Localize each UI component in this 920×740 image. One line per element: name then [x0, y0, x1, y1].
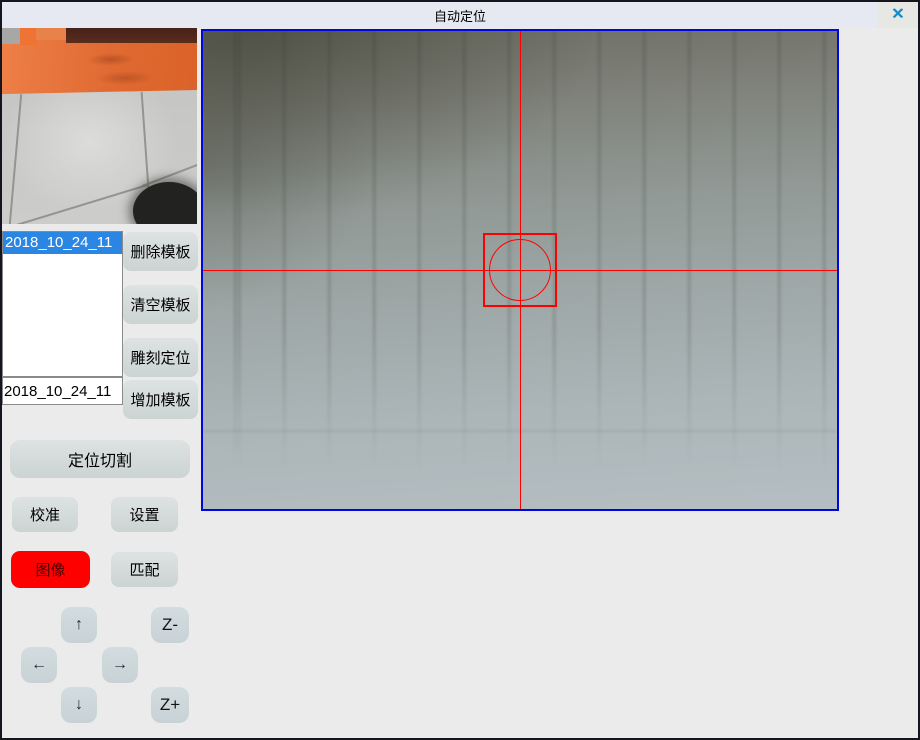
thumbnail-tile-line [141, 92, 150, 188]
list-item-template[interactable]: 2018_10_24_11 [3, 232, 122, 254]
jog-z-plus-button[interactable]: Z+ [151, 687, 189, 723]
position-cut-button[interactable]: 定位切割 [10, 440, 190, 478]
window-title: 自动定位 [434, 6, 486, 25]
jog-down-button[interactable]: ↓ [61, 687, 97, 723]
add-template-button[interactable]: 增加模板 [123, 380, 198, 419]
thumbnail-tile-line [17, 184, 148, 224]
jog-z-minus-button[interactable]: Z- [151, 607, 189, 643]
thumbnail-gray-corner [2, 28, 20, 44]
jog-right-button[interactable]: → [102, 647, 138, 683]
delete-template-button[interactable]: 删除模板 [123, 232, 198, 271]
thumbnail-dark-object [133, 182, 197, 224]
calibrate-button[interactable]: 校准 [12, 497, 78, 532]
clear-templates-button[interactable]: 清空模板 [123, 285, 198, 324]
template-roi-circle [489, 239, 551, 301]
jog-up-button[interactable]: ↑ [61, 607, 97, 643]
thumbnail-orange-tab [20, 28, 37, 45]
close-button[interactable]: ✕ [878, 2, 918, 28]
thumbnail-dark-band [66, 28, 197, 43]
template-name-input[interactable] [2, 377, 123, 405]
camera-image [203, 31, 837, 509]
engrave-position-button[interactable]: 雕刻定位 [123, 338, 198, 377]
jog-left-button[interactable]: ← [21, 647, 57, 683]
template-list[interactable]: 2018_10_24_11 [2, 231, 123, 377]
image-button[interactable]: 图像 [11, 551, 90, 588]
auto-position-dialog: 自动定位 ✕ 2018_10_24_11 删除模板 清空模板 雕刻定位 增加模板… [0, 0, 920, 740]
thumbnail-top-strip [36, 28, 68, 40]
close-icon: ✕ [891, 7, 904, 23]
settings-button[interactable]: 设置 [111, 497, 178, 532]
camera-view[interactable] [201, 29, 839, 511]
thumbnail-tile-line [8, 94, 22, 224]
template-thumbnail-preview [2, 28, 197, 224]
match-button[interactable]: 匹配 [111, 552, 178, 587]
titlebar: 自动定位 [2, 2, 918, 28]
